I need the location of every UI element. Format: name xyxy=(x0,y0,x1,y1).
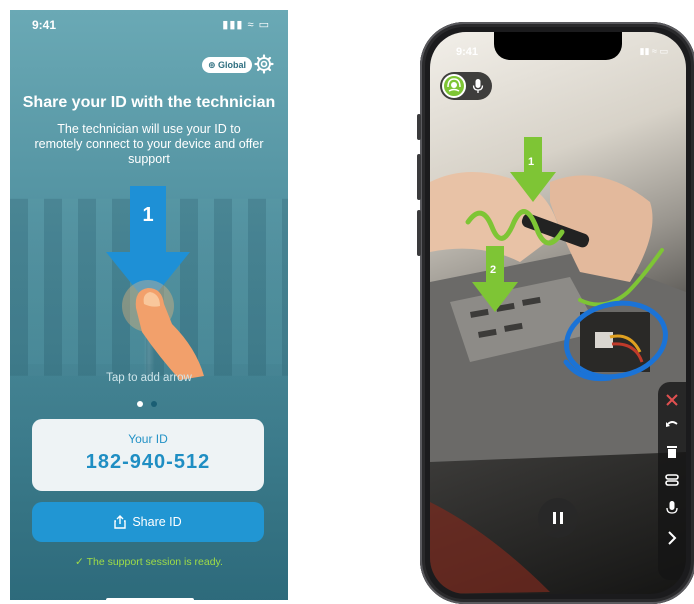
microphone-icon[interactable] xyxy=(472,78,484,94)
chevron-right-icon[interactable] xyxy=(662,528,682,548)
page-dot[interactable] xyxy=(151,401,157,407)
arrow-number: 1 xyxy=(142,204,154,226)
id-label: Your ID xyxy=(128,432,168,446)
page-subtitle: The technician will use your ID to remot… xyxy=(34,122,264,166)
settings-gear-icon[interactable] xyxy=(254,54,274,74)
arrow-2-number: 2 xyxy=(490,264,497,276)
tap-hint: Tap to add arrow xyxy=(106,372,192,384)
silent-switch xyxy=(417,114,421,140)
page-indicator[interactable] xyxy=(133,401,173,409)
right-status-icons: ▮▮ ≈ ▭ xyxy=(639,46,668,56)
id-share-screen: 9:41 ▮▮▮ ≈ ▭ ⊕ Global Share your ID with… xyxy=(10,10,288,600)
id-card: Your ID 182-940-512 xyxy=(32,419,264,491)
share-id-button[interactable]: Share ID xyxy=(32,502,264,542)
link-icon[interactable] xyxy=(662,470,682,490)
support-agent-icon[interactable] xyxy=(442,74,466,98)
finger-tap-icon xyxy=(122,280,204,380)
remote-session-screen: 1 2 9:41 ▮▮ ≈ ▭ xyxy=(430,32,686,594)
share-id-label: Share ID xyxy=(132,515,182,529)
volume-down-button xyxy=(417,210,421,256)
right-status-time: 9:41 xyxy=(456,46,479,58)
pause-icon xyxy=(553,512,563,524)
session-controls-pill xyxy=(440,72,492,100)
status-bar: 9:41 ▮▮▮ ≈ ▭ xyxy=(10,10,288,38)
volume-up-button xyxy=(417,154,421,200)
status-time: 9:41 xyxy=(32,18,57,32)
session-ready-status: ✓ The support session is ready. xyxy=(75,556,223,568)
home-indicator xyxy=(106,598,194,600)
share-icon xyxy=(114,515,127,529)
arrow-1-number: 1 xyxy=(528,156,535,168)
annotation-toolbar xyxy=(658,382,686,580)
page-title: Share your ID with the technician xyxy=(22,94,276,111)
toolbar-microphone-icon[interactable] xyxy=(662,498,682,518)
phone-frame: 1 2 9:41 ▮▮ ≈ ▭ xyxy=(417,22,694,604)
pause-button[interactable] xyxy=(538,498,578,538)
status-icons: ▮▮▮ ≈ ▭ xyxy=(222,19,270,31)
undo-icon[interactable] xyxy=(662,416,682,436)
clear-drawing-icon[interactable] xyxy=(662,390,682,410)
region-global-button[interactable]: ⊕ Global xyxy=(201,57,252,73)
trash-icon[interactable] xyxy=(662,442,682,462)
notch xyxy=(494,32,622,60)
id-value: 182-940-512 xyxy=(85,451,211,473)
page-dot-active[interactable] xyxy=(137,401,143,407)
headset-icon xyxy=(447,78,461,92)
